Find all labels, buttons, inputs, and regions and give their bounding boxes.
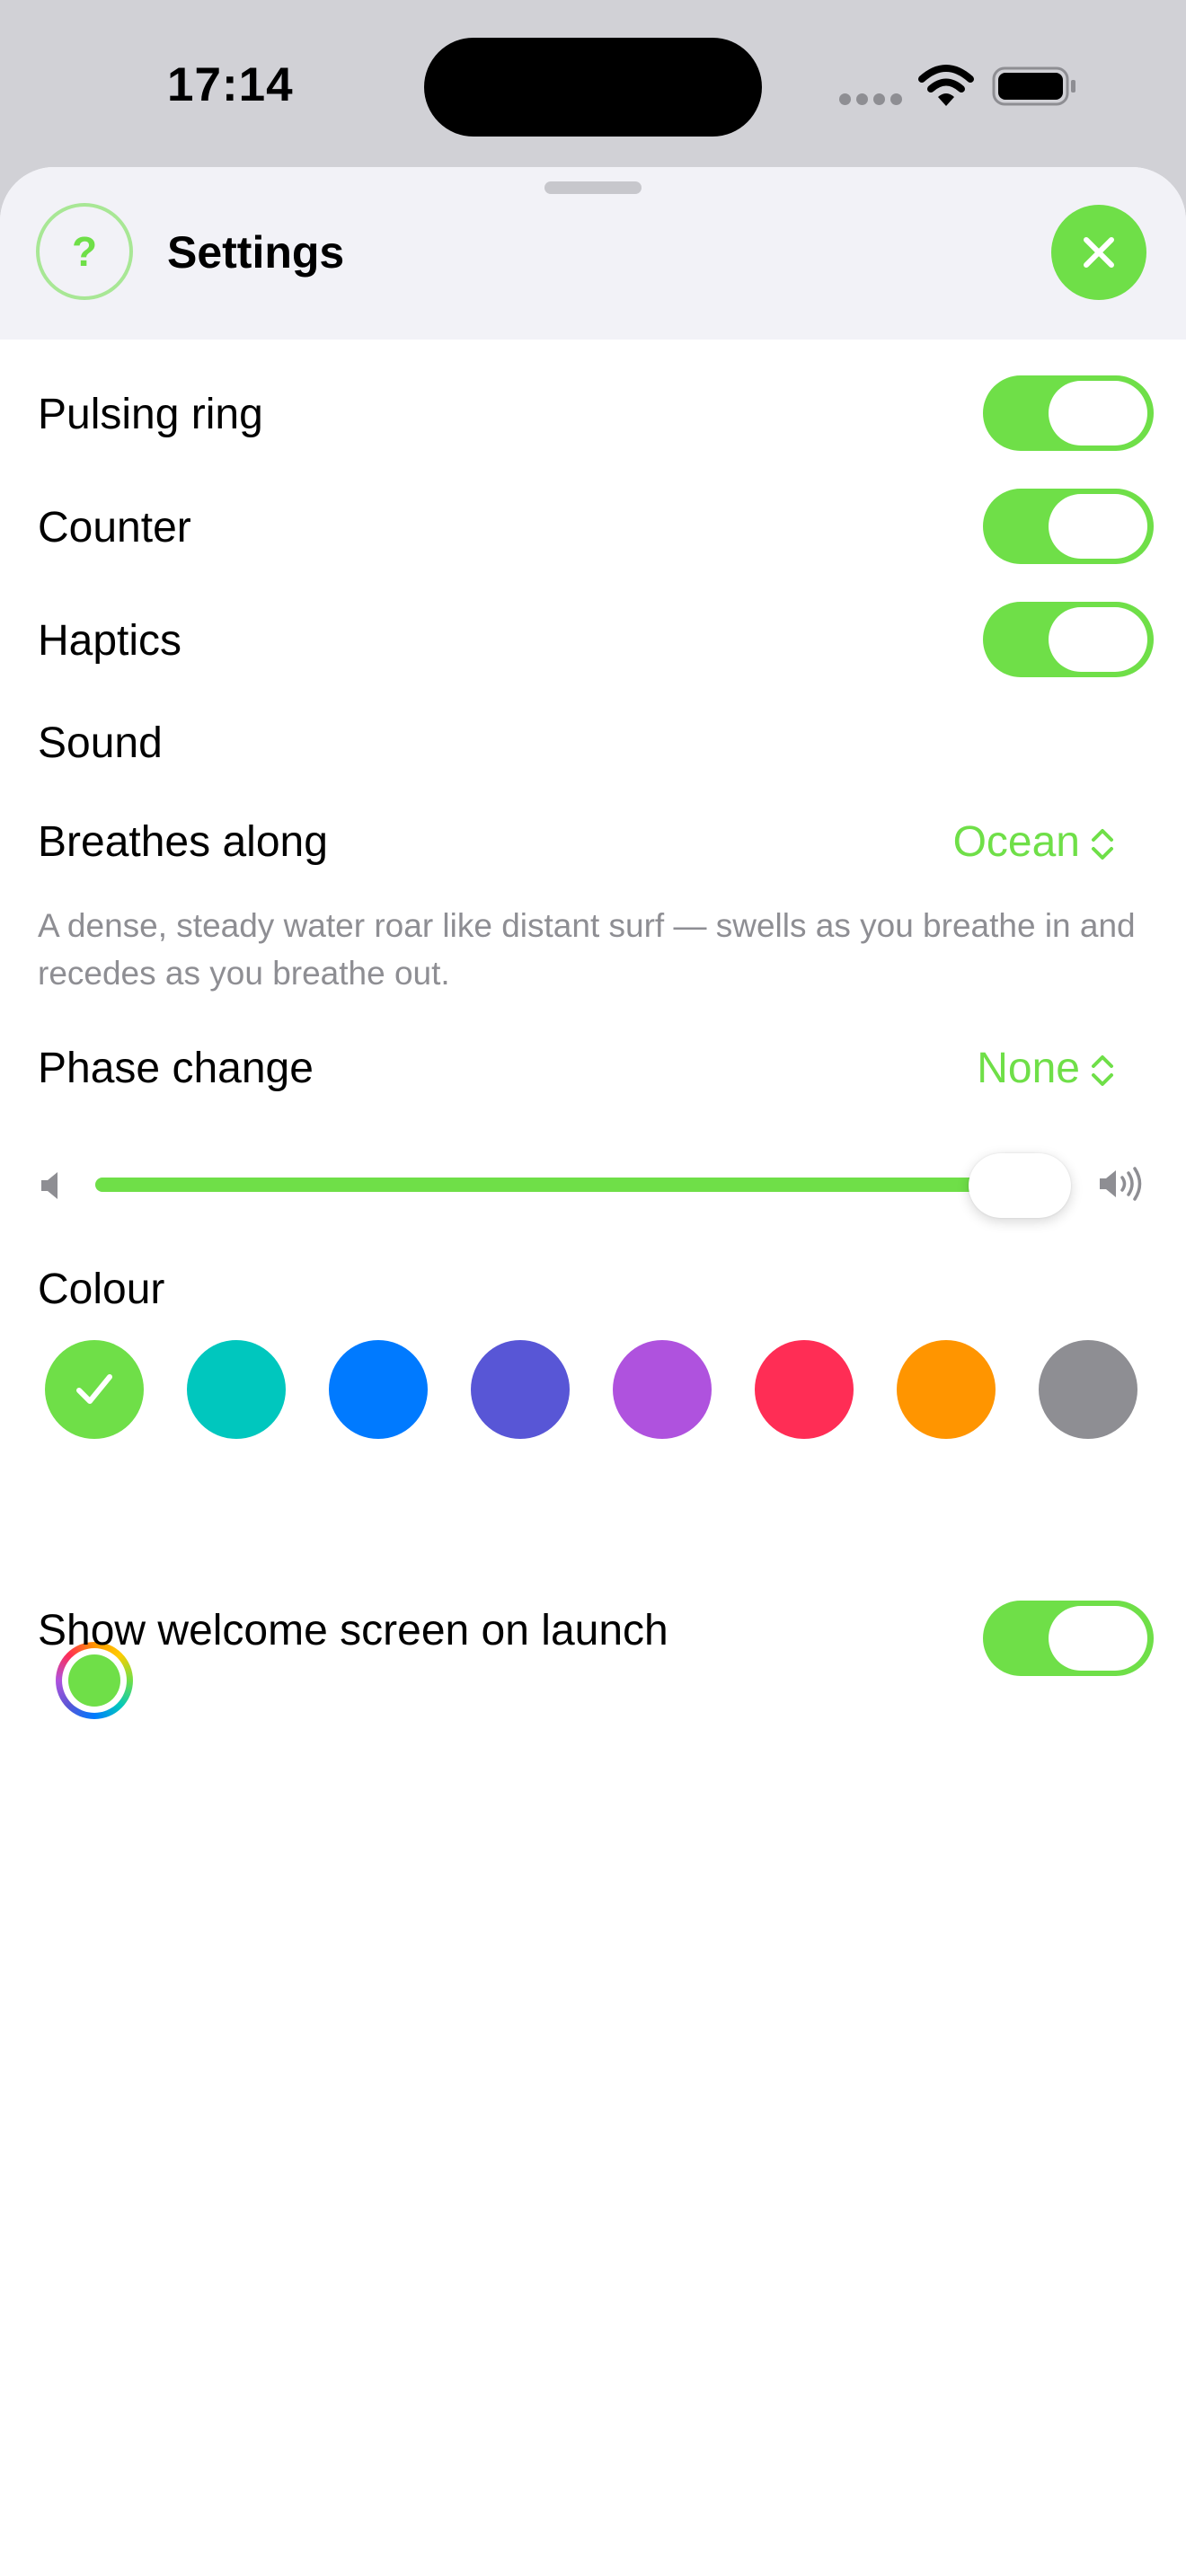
status-bar: 17:14 <box>0 0 1186 167</box>
phase-change-value: None <box>977 1045 1080 1092</box>
close-icon <box>1084 237 1114 268</box>
close-button[interactable] <box>1051 205 1146 300</box>
speaker-low-icon <box>41 1172 58 1199</box>
checkmark-icon <box>76 1374 112 1404</box>
wifi-icon <box>918 65 974 106</box>
breathes-along-value: Ocean <box>952 818 1080 866</box>
counter-toggle[interactable] <box>983 489 1154 564</box>
colour-swatch[interactable] <box>45 1340 144 1439</box>
battery-icon <box>992 66 1075 106</box>
counter-label: Counter <box>38 504 191 551</box>
volume-slider-fill <box>95 1178 988 1192</box>
cellular-signal-icon <box>839 93 907 110</box>
speaker-high-icon <box>1100 1167 1142 1201</box>
volume-slider-thumb[interactable] <box>969 1153 1071 1218</box>
show-welcome-toggle[interactable] <box>983 1601 1154 1676</box>
colour-swatch[interactable] <box>755 1340 854 1439</box>
colour-swatch[interactable] <box>1039 1340 1137 1439</box>
haptics-label: Haptics <box>38 617 182 665</box>
show-welcome-label: Show welcome screen on launch <box>38 1607 668 1654</box>
pulsing-ring-toggle[interactable] <box>983 375 1154 451</box>
sound-section-label: Sound <box>38 719 163 767</box>
colour-swatch[interactable] <box>187 1340 286 1439</box>
colour-swatch[interactable] <box>471 1340 570 1439</box>
sheet-header: ? Settings <box>0 167 1186 340</box>
sheet-grabber[interactable] <box>544 181 642 194</box>
chevron-up-down-icon <box>1092 1055 1113 1087</box>
chevron-up-down-icon <box>1092 829 1113 860</box>
settings-sheet: ? Settings Pulsing ring Counter Haptics … <box>0 167 1186 2576</box>
volume-slider-track[interactable] <box>95 1178 1066 1192</box>
haptics-toggle[interactable] <box>983 602 1154 677</box>
breathes-along-label: Breathes along <box>38 818 328 866</box>
dynamic-island <box>424 38 762 137</box>
help-button[interactable]: ? <box>36 203 133 300</box>
sound-description: A dense, steady water roar like distant … <box>38 907 1136 992</box>
status-time: 17:14 <box>167 58 294 111</box>
colour-swatch[interactable] <box>613 1340 712 1439</box>
phase-change-label: Phase change <box>38 1045 314 1092</box>
pulsing-ring-label: Pulsing ring <box>38 391 263 438</box>
page-title: Settings <box>167 227 345 278</box>
colour-swatch[interactable] <box>329 1340 428 1439</box>
phase-change-picker[interactable]: None <box>977 1042 1114 1096</box>
question-mark-icon: ? <box>71 228 98 275</box>
colour-label: Colour <box>38 1266 165 1313</box>
breathes-along-picker[interactable]: Ocean <box>953 816 1114 869</box>
colour-swatch[interactable] <box>897 1340 996 1439</box>
